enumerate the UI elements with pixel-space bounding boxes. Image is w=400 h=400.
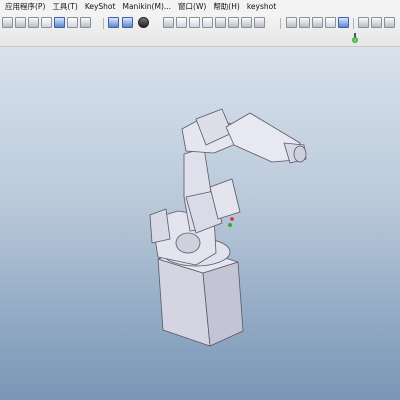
zoom-in-icon[interactable] bbox=[176, 17, 187, 28]
base-left-block bbox=[149, 208, 171, 244]
more-tools-icon[interactable] bbox=[384, 17, 395, 28]
datum-axis-icon[interactable] bbox=[338, 17, 349, 28]
zoom-window-icon[interactable] bbox=[202, 17, 213, 28]
datum-point-icon[interactable] bbox=[358, 17, 369, 28]
shaded-icon[interactable] bbox=[299, 17, 310, 28]
annotation-marker-icon[interactable] bbox=[352, 37, 358, 43]
view-manager-icon[interactable] bbox=[108, 17, 119, 28]
toolbar bbox=[0, 13, 400, 47]
menu-help[interactable]: 帮助(H) bbox=[213, 1, 240, 12]
toolbar-separator bbox=[280, 18, 281, 29]
3d-viewport[interactable] bbox=[0, 47, 400, 400]
menu-tools[interactable]: 工具(T) bbox=[52, 1, 77, 12]
regenerate-icon[interactable] bbox=[54, 17, 65, 28]
paste-icon[interactable] bbox=[41, 17, 52, 28]
render-style-icon[interactable] bbox=[138, 17, 149, 28]
toolbar-separator bbox=[353, 18, 354, 29]
tool-flange bbox=[293, 145, 307, 163]
hidden-line-icon[interactable] bbox=[254, 17, 265, 28]
select-box-icon[interactable] bbox=[80, 17, 91, 28]
robot-arm-model bbox=[149, 108, 307, 347]
menu-manikin[interactable]: Manikin(M)... bbox=[122, 2, 171, 11]
toolbar-separator bbox=[103, 18, 104, 29]
menu-bar: 应用程序(P) 工具(T) KeyShot Manikin(M)... 窗口(W… bbox=[0, 0, 400, 13]
zoom-out-icon[interactable] bbox=[189, 17, 200, 28]
coordinate-system-icon[interactable] bbox=[371, 17, 382, 28]
pan-icon[interactable] bbox=[163, 17, 174, 28]
menu-keyshot-plugin[interactable]: keyshot bbox=[247, 2, 276, 11]
wireframe-icon[interactable] bbox=[241, 17, 252, 28]
menu-keyshot[interactable]: KeyShot bbox=[85, 2, 116, 11]
pedestal-right-face bbox=[202, 261, 244, 347]
fit-icon[interactable] bbox=[122, 17, 133, 28]
saved-views-icon[interactable] bbox=[228, 17, 239, 28]
datum-plane-icon[interactable] bbox=[325, 17, 336, 28]
rotate-icon[interactable] bbox=[215, 17, 226, 28]
axis-marker-green bbox=[228, 223, 232, 227]
base-circle bbox=[175, 232, 201, 254]
no-hidden-icon[interactable] bbox=[286, 17, 297, 28]
axis-marker-red bbox=[230, 217, 234, 221]
open-icon[interactable] bbox=[15, 17, 26, 28]
copy-icon[interactable] bbox=[28, 17, 39, 28]
new-icon[interactable] bbox=[2, 17, 13, 28]
find-icon[interactable] bbox=[67, 17, 78, 28]
cad-application-window: 应用程序(P) 工具(T) KeyShot Manikin(M)... 窗口(W… bbox=[0, 0, 400, 400]
menu-window[interactable]: 窗口(W) bbox=[178, 1, 206, 12]
shaded-edges-icon[interactable] bbox=[312, 17, 323, 28]
menu-applications[interactable]: 应用程序(P) bbox=[5, 1, 45, 12]
